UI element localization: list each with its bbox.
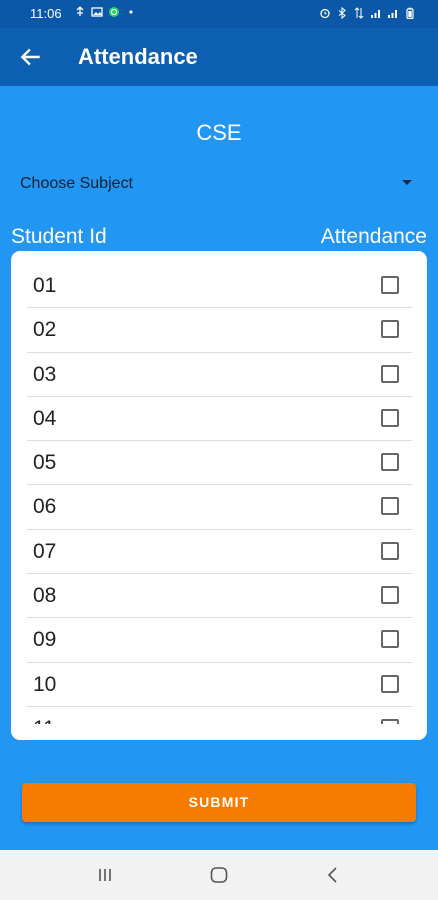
attendance-checkbox[interactable] xyxy=(381,364,399,383)
app-bar: Attendance xyxy=(0,28,438,86)
navigation-bar xyxy=(0,850,438,900)
battery-icon xyxy=(406,7,414,19)
student-list-card: 01 02 03 04 05 06 07 08 09 10 xyxy=(11,251,427,740)
student-id: 11 xyxy=(33,717,55,724)
list-item: 05 xyxy=(27,441,412,486)
usb-icon xyxy=(76,6,84,16)
list-item: 06 xyxy=(27,485,412,530)
home-icon[interactable] xyxy=(208,864,230,886)
status-right-icons xyxy=(319,7,416,19)
signal-icon xyxy=(371,10,380,18)
back-nav-icon[interactable] xyxy=(322,864,344,886)
list-item: 04 xyxy=(27,397,412,442)
list-item: 02 xyxy=(27,308,412,353)
status-time: 11:06 xyxy=(30,6,62,21)
data-icon xyxy=(354,7,364,19)
student-id-header: Student Id xyxy=(11,225,107,248)
attendance-checkbox[interactable] xyxy=(381,674,399,693)
attendance-checkbox[interactable] xyxy=(381,718,399,724)
recent-apps-icon[interactable] xyxy=(94,864,116,886)
list-item: 09 xyxy=(27,618,412,663)
back-arrow-icon[interactable] xyxy=(18,44,44,70)
subject-dropdown-value: Choose Subject xyxy=(20,175,133,192)
student-id: 03 xyxy=(33,362,57,386)
list-item: 10 xyxy=(27,663,412,707)
attendance-checkbox[interactable] xyxy=(381,630,399,649)
list-item: 11 xyxy=(27,707,412,724)
list-item: 07 xyxy=(27,530,412,575)
dropdown-arrow-icon xyxy=(402,180,412,185)
signal-2-icon xyxy=(388,10,397,18)
student-id: 10 xyxy=(33,672,57,696)
student-id: 02 xyxy=(33,318,57,342)
attendance-checkbox[interactable] xyxy=(381,453,399,472)
attendance-header: Attendance xyxy=(320,225,427,248)
attendance-checkbox[interactable] xyxy=(381,276,399,294)
department-label: CSE xyxy=(196,120,242,145)
alarm-icon xyxy=(320,8,330,19)
status-bar: 11:06 xyxy=(0,0,438,28)
student-id: 07 xyxy=(33,539,57,563)
student-id: 01 xyxy=(33,274,57,297)
status-left-icons xyxy=(74,6,137,18)
student-id: 04 xyxy=(33,406,57,430)
submit-button[interactable]: SUBMIT xyxy=(22,783,416,822)
attendance-checkbox[interactable] xyxy=(381,497,399,516)
page-title: Attendance xyxy=(78,44,198,69)
whatsapp-icon xyxy=(109,7,119,17)
bluetooth-icon xyxy=(338,7,346,19)
image-icon xyxy=(91,7,103,17)
student-id: 05 xyxy=(33,451,57,475)
dot-icon xyxy=(129,10,133,14)
attendance-checkbox[interactable] xyxy=(381,408,399,427)
subject-dropdown[interactable]: Choose Subject xyxy=(10,168,428,200)
attendance-checkbox[interactable] xyxy=(381,586,399,605)
list-item: 01 xyxy=(27,264,412,309)
student-id: 09 xyxy=(33,628,57,652)
attendance-checkbox[interactable] xyxy=(381,320,399,339)
student-id: 06 xyxy=(33,495,57,519)
list-item: 03 xyxy=(27,353,412,397)
attendance-checkbox[interactable] xyxy=(381,541,399,560)
student-list[interactable]: 01 02 03 04 05 06 07 08 09 10 xyxy=(27,264,412,724)
student-id: 08 xyxy=(33,584,57,608)
list-item: 08 xyxy=(27,574,412,619)
